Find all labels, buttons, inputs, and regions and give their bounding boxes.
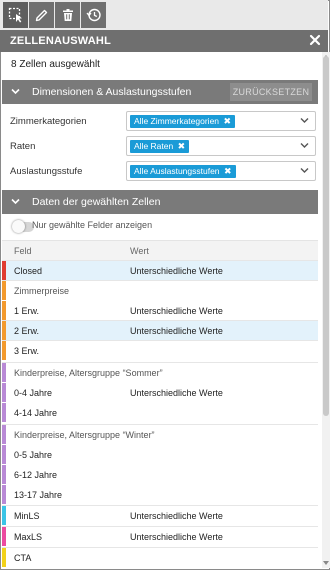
row-field: MaxLS (14, 532, 43, 542)
filter-label-rates: Raten (10, 141, 36, 152)
row-color-bar (2, 261, 6, 280)
remove-tag-icon[interactable]: ✖ (224, 165, 232, 178)
table-row[interactable]: CTA (2, 547, 318, 567)
filter-tag: Alle Auslastungsstufen ✖ (130, 165, 236, 178)
row-field: 1 Erw. (14, 306, 40, 316)
table-row[interactable]: 6-12 Jahre (2, 464, 318, 484)
column-header-value: Wert (130, 246, 149, 256)
filter-label-room-categories: Zimmerkategorien (10, 116, 87, 127)
row-group-label: Kinderpreise, Altersgruppe “Winter” (14, 430, 155, 440)
room-categories-select[interactable]: Alle Zimmerkategorien ✖ (126, 111, 316, 131)
row-field: 2 Erw. (14, 326, 40, 336)
row-color-bar (2, 445, 6, 464)
selected-cells-count: 8 Zellen ausgewählt (11, 59, 100, 70)
row-color-bar (2, 465, 6, 484)
row-group-label: Zimmerpreise (14, 286, 70, 296)
row-field: 0-4 Jahre (14, 388, 53, 398)
dimensions-section-header[interactable]: Dimensionen & Auslastungsstufen ZURÜCKSE… (2, 80, 318, 104)
table-row[interactable]: Zimmerpreise (2, 280, 318, 300)
column-header-field: Feld (14, 246, 32, 256)
row-value: Unterschiedliche Werte (130, 306, 223, 316)
row-color-bar (2, 485, 6, 504)
table-row[interactable]: MinLS Unterschiedliche Werte (2, 505, 318, 525)
dimensions-section-title: Dimensionen & Auslastungsstufen (32, 86, 192, 98)
row-field: Closed (14, 266, 43, 276)
close-icon[interactable] (308, 33, 322, 47)
row-color-bar (2, 548, 6, 567)
row-field: 6-12 Jahre (14, 470, 58, 480)
row-field: CTA (14, 553, 32, 563)
row-color-bar (2, 281, 6, 300)
scroll-down-arrow-icon[interactable] (323, 560, 329, 566)
toggle-switch[interactable] (12, 220, 34, 233)
row-value: Unterschiedliche Werte (130, 326, 223, 336)
table-row[interactable]: 13-17 Jahre (2, 484, 318, 504)
table-row[interactable]: 3 Erw. (2, 340, 318, 360)
pencil-icon (35, 9, 47, 22)
row-color-bar (2, 506, 6, 525)
row-color-bar (2, 341, 6, 360)
toggle-knob (12, 220, 25, 233)
history-icon (85, 8, 101, 22)
toggle-label: Nur gewählte Felder anzeigen (32, 220, 153, 230)
filter-tag: Alle Zimmerkategorien ✖ (130, 115, 236, 128)
filter-tag-label: Alle Zimmerkategorien (134, 116, 220, 126)
selection-icon (8, 7, 22, 23)
row-color-bar (2, 301, 6, 320)
chevron-down-icon[interactable] (300, 117, 309, 124)
panel-title: ZELLENAUSWAHL (10, 35, 111, 47)
filter-tag-label: Alle Raten (134, 141, 174, 151)
reset-button[interactable]: ZURÜCKSETZEN (230, 83, 312, 101)
history-tool-button[interactable] (81, 2, 106, 28)
row-value: Unterschiedliche Werte (130, 388, 223, 398)
chevron-down-icon[interactable] (300, 142, 309, 149)
rates-select[interactable]: Alle Raten ✖ (126, 136, 316, 156)
row-field: 4-14 Jahre (14, 408, 58, 418)
scrollbar-thumb[interactable] (323, 56, 329, 416)
trash-icon (62, 9, 73, 21)
row-color-bar (2, 425, 6, 444)
table-row[interactable]: 0-4 Jahre Unterschiedliche Werte (2, 382, 318, 402)
row-color-bar (2, 527, 6, 546)
table-row[interactable]: Closed Unterschiedliche Werte (2, 260, 318, 280)
edit-tool-button[interactable] (29, 2, 54, 28)
filter-tag-label: Alle Auslastungsstufen (134, 166, 220, 176)
table-row[interactable]: Kinderpreise, Altersgruppe “Sommer” (2, 362, 318, 382)
remove-tag-icon[interactable]: ✖ (178, 140, 186, 153)
row-color-bar (2, 321, 6, 340)
toolbar (0, 0, 328, 30)
table-row[interactable]: 1 Erw. Unterschiedliche Werte (2, 300, 318, 320)
filter-tag: Alle Raten ✖ (130, 140, 190, 153)
filter-label-occupancy-level: Auslastungsstufe (10, 166, 83, 177)
row-field: 3 Erw. (14, 346, 40, 356)
cell-data-section-title: Daten der gewählten Zellen (32, 196, 161, 208)
table-row[interactable]: 0-5 Jahre (2, 444, 318, 464)
row-color-bar (2, 383, 6, 402)
remove-tag-icon[interactable]: ✖ (223, 115, 231, 128)
row-field: MinLS (14, 511, 40, 521)
chevron-down-icon[interactable] (300, 167, 309, 174)
row-value: Unterschiedliche Werte (130, 266, 223, 276)
cell-data-section-header[interactable]: Daten der gewählten Zellen (2, 190, 318, 214)
occupancy-level-select[interactable]: Alle Auslastungsstufen ✖ (126, 161, 316, 181)
table-row[interactable]: 2 Erw. Unterschiedliche Werte (2, 320, 318, 340)
row-color-bar (2, 363, 6, 382)
row-group-label: Kinderpreise, Altersgruppe “Sommer” (14, 368, 163, 378)
row-field: 13-17 Jahre (14, 490, 63, 500)
panel-header: ZELLENAUSWAHL (0, 30, 328, 52)
table-header: Feld Wert (2, 240, 318, 260)
table-row[interactable]: MaxLS Unterschiedliche Werte (2, 526, 318, 546)
chevron-down-icon (11, 198, 20, 205)
row-value: Unterschiedliche Werte (130, 511, 223, 521)
table-row[interactable]: 4-14 Jahre (2, 402, 318, 422)
selection-tool-button[interactable] (3, 2, 28, 28)
table-row[interactable]: Kinderpreise, Altersgruppe “Winter” (2, 424, 318, 444)
row-color-bar (2, 403, 6, 422)
row-value: Unterschiedliche Werte (130, 532, 223, 542)
delete-tool-button[interactable] (55, 2, 80, 28)
row-field: 0-5 Jahre (14, 450, 53, 460)
chevron-down-icon (11, 88, 20, 95)
